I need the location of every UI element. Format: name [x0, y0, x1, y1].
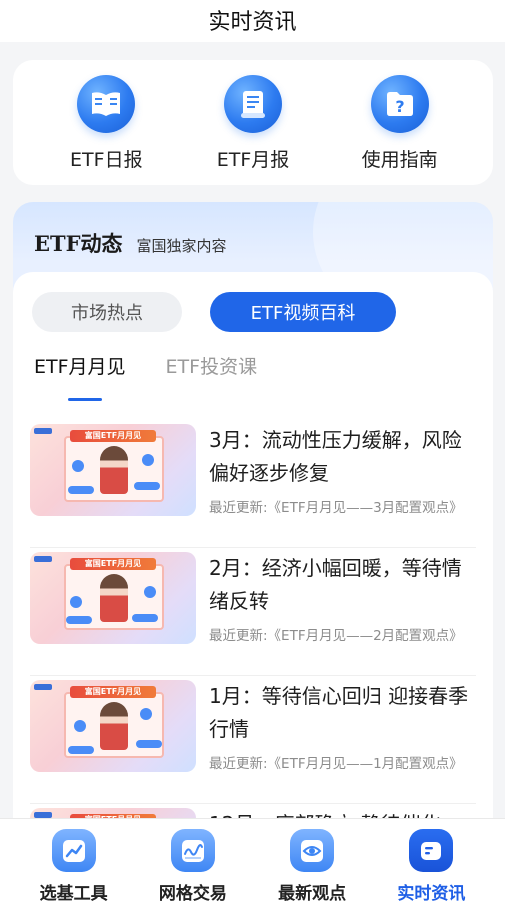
- decor-bubble: [70, 596, 82, 608]
- decor-tag: [132, 614, 158, 622]
- quick-link-etf-daily[interactable]: ETF日报: [46, 75, 166, 172]
- news-card-icon: [409, 829, 454, 872]
- decor-tag: [68, 746, 94, 754]
- bottom-nav: 选基工具 网格交易 最新观点 实时资讯: [0, 818, 505, 904]
- item-meta: 最近更新:《ETF月月见——2月配置观点》: [209, 628, 463, 644]
- decor-bubble: [74, 720, 86, 732]
- decor-bubble: [140, 708, 152, 720]
- decor-tag: [134, 482, 160, 490]
- thumbnail-banner: 富国ETF月月见: [70, 430, 156, 442]
- scroll-icon: [223, 75, 282, 133]
- thumbnail-banner: 富国ETF月月见: [70, 558, 156, 570]
- thumbnail-banner: 富国ETF月月见: [70, 686, 156, 698]
- quick-link-label: 使用指南: [361, 149, 438, 171]
- decor-bubble: [72, 460, 84, 472]
- nav-fund-tools[interactable]: 选基工具: [19, 829, 129, 904]
- video-thumbnail: 富国ETF月月见: [30, 424, 196, 516]
- nav-label: 最新观点: [278, 884, 347, 904]
- item-title: 2月：经济小幅回暖，等待情绪反转: [209, 556, 462, 613]
- nav-label: 网格交易: [158, 884, 227, 904]
- page-title: 实时资讯: [208, 10, 297, 35]
- decor-tag: [68, 486, 94, 494]
- item-title: 3月：流动性压力缓解，风险偏好逐步修复: [209, 428, 462, 485]
- tab-etf-invest-course[interactable]: ETF投资课: [166, 352, 258, 389]
- quick-link-etf-monthly[interactable]: ETF月报: [193, 75, 313, 172]
- video-thumbnail: 富国ETF月月见: [30, 680, 196, 772]
- decor-tag: [66, 616, 92, 624]
- list-item[interactable]: 富国ETF月月见 1月：等待信心回归 迎接春季行情 最近更新:《ETF月月见——…: [30, 676, 476, 804]
- brand-logo: [34, 684, 52, 690]
- item-meta: 最近更新:《ETF月月见——3月配置观点》: [209, 500, 463, 516]
- svg-text:?: ?: [395, 97, 404, 116]
- trend-chart-icon: [51, 829, 96, 872]
- book-icon: [77, 75, 136, 133]
- quick-link-label: ETF月报: [216, 149, 290, 171]
- active-tab-indicator: [68, 398, 102, 401]
- article-list: 富国ETF月月见 3月：流动性压力缓解，风险偏好逐步修复 最近更新:《ETF月月…: [30, 420, 476, 842]
- quick-link-label: ETF日报: [70, 149, 143, 171]
- nav-label: 选基工具: [39, 884, 108, 904]
- decor-tag: [136, 740, 162, 748]
- presenter-figure: [100, 446, 128, 494]
- decor-bubble: [144, 586, 156, 598]
- section-header: ETF动态 富国独家内容: [34, 228, 227, 258]
- section-content: 市场热点 ETF视频百科 ETF月月见 ETF投资课 富国ETF月月见 3月：流…: [13, 272, 493, 842]
- pill-market-hot[interactable]: 市场热点: [32, 292, 182, 332]
- presenter-figure: [100, 574, 128, 622]
- item-meta: 最近更新:《ETF月月见——1月配置观点》: [209, 756, 463, 772]
- nav-grid-trading[interactable]: 网格交易: [138, 829, 248, 904]
- item-title: 1月：等待信心回归 迎接春季行情: [209, 684, 469, 741]
- nav-realtime-news[interactable]: 实时资讯: [376, 829, 486, 904]
- sub-tabs: ETF月月见 ETF投资课: [34, 352, 257, 389]
- pill-etf-video[interactable]: ETF视频百科: [210, 292, 396, 332]
- question-folder-icon: ?: [370, 75, 429, 133]
- list-item[interactable]: 富国ETF月月见 3月：流动性压力缓解，风险偏好逐步修复 最近更新:《ETF月月…: [30, 420, 476, 548]
- decor-bubble: [142, 454, 154, 466]
- grid-wave-icon: [170, 829, 215, 872]
- nav-label: 实时资讯: [397, 884, 466, 904]
- item-text: 2月：经济小幅回暖，等待情绪反转 最近更新:《ETF月月见——2月配置观点》: [209, 552, 476, 675]
- brand-logo: [34, 428, 52, 434]
- top-bar: 实时资讯: [0, 0, 505, 42]
- item-text: 1月：等待信心回归 迎接春季行情 最近更新:《ETF月月见——1月配置观点》: [209, 680, 476, 803]
- section-subtitle: 富国独家内容: [136, 237, 227, 255]
- nav-latest-views[interactable]: 最新观点: [257, 829, 367, 904]
- tab-etf-monthly-view[interactable]: ETF月月见: [34, 352, 126, 389]
- section-title: ETF动态: [34, 231, 123, 256]
- quick-link-guide[interactable]: ? 使用指南: [340, 75, 460, 172]
- item-text: 3月：流动性压力缓解，风险偏好逐步修复 最近更新:《ETF月月见——3月配置观点…: [209, 424, 476, 547]
- list-item[interactable]: 富国ETF月月见 2月：经济小幅回暖，等待情绪反转 最近更新:《ETF月月见——…: [30, 548, 476, 676]
- quick-links-card: ETF日报 ETF月报 ? 使用指南: [13, 60, 493, 185]
- brand-logo: [34, 556, 52, 562]
- category-pills: 市场热点 ETF视频百科: [32, 292, 396, 332]
- video-thumbnail: 富国ETF月月见: [30, 552, 196, 644]
- presenter-figure: [100, 702, 128, 750]
- etf-dynamic-section: ETF动态 富国独家内容 市场热点 ETF视频百科 ETF月月见 ETF投资课 …: [13, 202, 493, 842]
- eye-icon: [290, 829, 335, 872]
